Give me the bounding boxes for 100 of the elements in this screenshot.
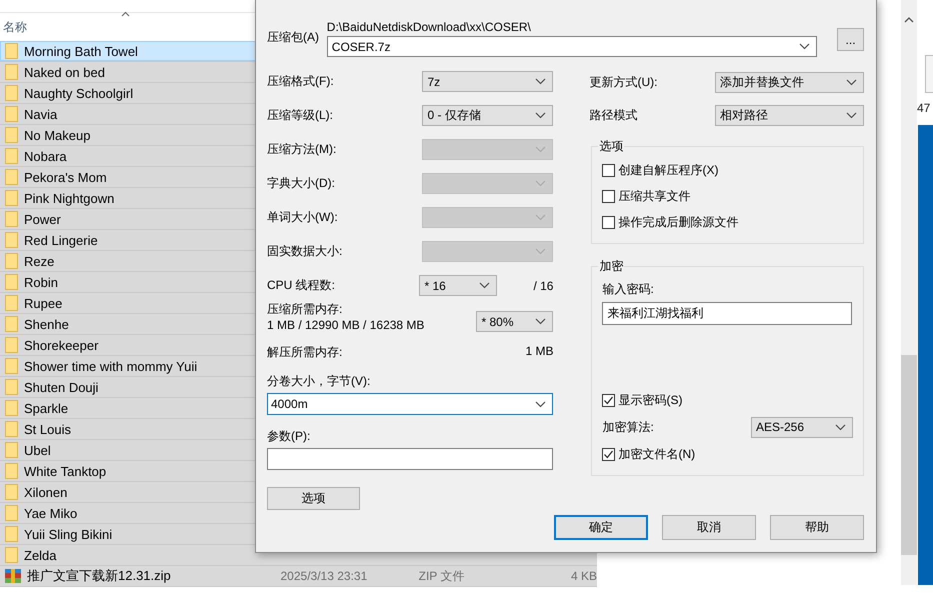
file-name: Naked on bed bbox=[24, 64, 106, 80]
file-name: Shower time with mommy Yuii bbox=[24, 358, 198, 374]
field-label: 解压所需内存: bbox=[267, 344, 342, 360]
field-label: CPU 线程数: bbox=[267, 277, 336, 294]
file-name: Red Lingerie bbox=[24, 232, 99, 248]
dialog-button[interactable]: 帮助 bbox=[770, 515, 864, 540]
scrollbar[interactable] bbox=[901, 0, 917, 585]
file-name: Xilonen bbox=[24, 484, 68, 500]
options-button[interactable]: 选项 bbox=[267, 487, 360, 510]
folder-icon bbox=[5, 274, 18, 290]
dropdown[interactable]: * 16 bbox=[419, 275, 498, 296]
file-name: Yuii Sling Bikini bbox=[24, 526, 114, 542]
chevron-icon bbox=[479, 282, 490, 289]
folder-icon bbox=[5, 337, 18, 353]
checkbox[interactable] bbox=[602, 164, 616, 176]
checkbox[interactable] bbox=[602, 190, 616, 202]
file-date: 2025/3/13 23:31 bbox=[280, 569, 368, 583]
file-name: Rupee bbox=[24, 296, 64, 310]
field-label: 参数(P): bbox=[267, 428, 312, 444]
folder-icon bbox=[5, 148, 18, 164]
folder-icon bbox=[5, 505, 18, 521]
field-label: 加密算法: bbox=[602, 418, 654, 436]
archive-icon bbox=[5, 568, 21, 584]
checkbox-label: 加密文件名(N) bbox=[618, 446, 696, 462]
dropdown[interactable]: * 80% bbox=[476, 311, 554, 332]
folder-icon bbox=[5, 211, 18, 227]
folder-icon bbox=[5, 526, 18, 542]
folder-icon bbox=[5, 400, 18, 416]
file-row[interactable]: 推广文宣下载新12.31.zip 2025/3/13 23:31 ZIP 文件 4 KB bbox=[0, 566, 597, 587]
folder-icon bbox=[5, 253, 18, 269]
folder-icon bbox=[5, 547, 18, 563]
field-label: 分卷大小，字节(V): bbox=[267, 373, 372, 389]
chevron-icon bbox=[535, 318, 546, 325]
field-label: 单词大小(W): bbox=[267, 209, 338, 226]
dialog-button[interactable]: 确定 bbox=[554, 515, 648, 540]
chevron-icon bbox=[535, 214, 546, 221]
dropdown[interactable]: AES-256 bbox=[751, 416, 853, 438]
field-label: 压缩格式(F): bbox=[267, 73, 334, 90]
file-type: ZIP 文件 bbox=[418, 568, 466, 584]
column-header[interactable]: 名称 bbox=[3, 19, 27, 36]
chevron-icon bbox=[846, 112, 857, 118]
desktop-item-label: 47 bbox=[917, 101, 930, 115]
memory-value: 1 MB bbox=[525, 344, 554, 360]
dropdown[interactable]: 7z bbox=[422, 71, 554, 92]
field-label: 更新方式(U): bbox=[589, 74, 658, 90]
file-name: Sparkle bbox=[24, 400, 70, 416]
folder-icon bbox=[5, 316, 18, 332]
checkbox-label: 创建自解压程序(X) bbox=[618, 162, 718, 178]
file-name: Nobara bbox=[24, 148, 68, 164]
file-name: Power bbox=[24, 212, 62, 226]
field-label: 字典大小(D): bbox=[267, 175, 335, 192]
file-name: No Makeup bbox=[24, 128, 92, 142]
chevron-icon bbox=[535, 146, 546, 153]
file-name: St Louis bbox=[24, 422, 72, 436]
password-field[interactable]: 来福利江湖找福利 bbox=[602, 302, 852, 325]
folder-icon bbox=[5, 295, 18, 311]
file-name: Shuten Douji bbox=[24, 380, 100, 394]
file-name: Ubel bbox=[24, 442, 52, 458]
input-field[interactable]: 4000m bbox=[267, 393, 554, 415]
checkbox-label: 压缩共享文件 bbox=[618, 188, 690, 204]
dialog-button[interactable]: 取消 bbox=[662, 515, 756, 540]
file-name: Morning Bath Towel bbox=[24, 44, 139, 58]
chevron-icon bbox=[799, 43, 810, 50]
dropdown[interactable]: 0 - 仅存储 bbox=[422, 105, 554, 126]
file-name: Naughty Schoolgirl bbox=[24, 86, 134, 100]
scrollbar-thumb[interactable] bbox=[901, 355, 917, 555]
folder-icon bbox=[5, 379, 18, 395]
folder-icon bbox=[5, 169, 18, 185]
file-name: Shorekeeper bbox=[24, 338, 100, 352]
folder-icon bbox=[5, 421, 18, 437]
folder-icon bbox=[5, 358, 18, 374]
scroll-up-icon[interactable] bbox=[904, 17, 914, 23]
file-name: White Tanktop bbox=[24, 464, 108, 478]
folder-icon bbox=[5, 484, 18, 500]
file-name: Yae Miko bbox=[24, 506, 78, 520]
folder-icon bbox=[5, 442, 18, 458]
file-name: Navia bbox=[24, 106, 58, 122]
file-name: Zelda bbox=[24, 548, 58, 562]
chevron-icon bbox=[535, 400, 546, 408]
sort-caret-icon bbox=[121, 11, 130, 17]
field-label: 固实数据大小: bbox=[267, 243, 342, 260]
chevron-icon bbox=[835, 424, 846, 430]
checkbox[interactable] bbox=[602, 394, 616, 406]
browse-button[interactable]: ... bbox=[837, 28, 864, 51]
folder-icon bbox=[5, 106, 18, 122]
file-name: Pink Nightgown bbox=[24, 190, 116, 206]
folder-icon bbox=[5, 85, 18, 101]
folder-icon bbox=[5, 127, 18, 143]
chevron-icon bbox=[535, 180, 546, 187]
thread-total: / 16 bbox=[532, 278, 554, 292]
memory-usage: 1 MB / 12990 MB / 16238 MB bbox=[267, 318, 424, 332]
chevron-icon bbox=[846, 78, 857, 86]
checkbox[interactable] bbox=[602, 448, 616, 460]
input-field[interactable] bbox=[267, 448, 554, 470]
chevron-icon bbox=[535, 112, 546, 119]
dropdown[interactable]: 相对路径 bbox=[715, 104, 864, 126]
archive-name-field[interactable]: COSER.7z bbox=[326, 36, 818, 57]
checkbox[interactable] bbox=[602, 216, 616, 228]
dropdown[interactable]: 添加并替换文件 bbox=[715, 72, 864, 92]
field-label: 压缩等级(L): bbox=[267, 107, 333, 124]
